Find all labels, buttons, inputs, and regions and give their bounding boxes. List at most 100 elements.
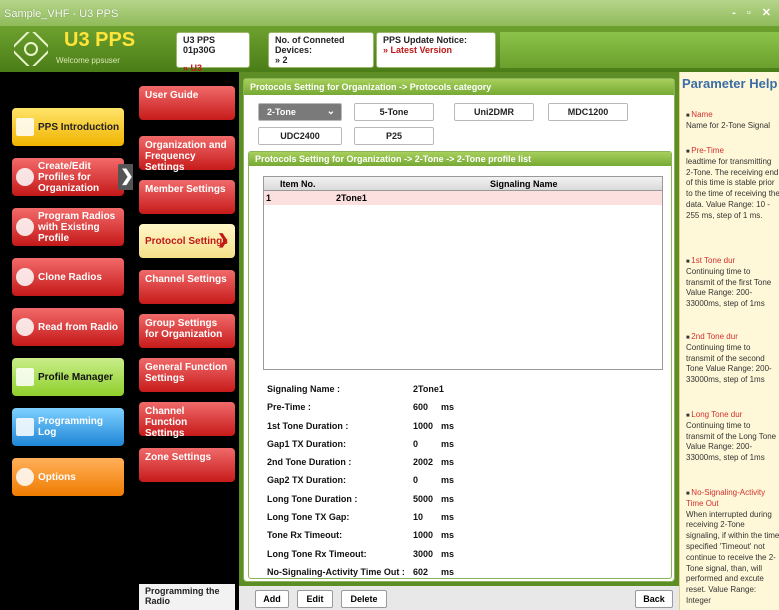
- menu-clone-radios[interactable]: Clone Radios: [12, 258, 124, 296]
- detail-row: Tone Rx Timeout: 1000 ms: [267, 530, 455, 541]
- detail-row: Gap1 TX Duration: 0 ms: [267, 438, 455, 449]
- column-signaling-name[interactable]: Signaling Name: [490, 179, 558, 189]
- welcome-text: Welcome ppsuser: [56, 56, 120, 65]
- menu-label: Read from Radio: [38, 321, 119, 333]
- submenu-channel-function[interactable]: Channel Function Settings: [139, 402, 235, 439]
- help-item: Long Tone durContinuing time to transmit…: [686, 410, 779, 464]
- submenu-group-settings[interactable]: Group Settings for Organization: [139, 314, 235, 348]
- main-panel: Protocols Setting for Organization -> Pr…: [239, 72, 679, 610]
- delete-button[interactable]: Delete: [341, 590, 387, 608]
- logo: U3 PPS Welcome ppsuser: [8, 26, 144, 72]
- submenu-organization-frequency[interactable]: Organization and Frequency Settings: [139, 136, 235, 173]
- title-bar: Sample_VHF - U3 PPS - ▫ ✕: [0, 0, 779, 26]
- protocol-p25-button[interactable]: P25: [354, 127, 434, 145]
- menu-label: PPS Introduction: [38, 121, 120, 133]
- menu-options[interactable]: Options: [12, 458, 124, 496]
- back-button[interactable]: Back: [635, 590, 673, 608]
- menu-programming-log[interactable]: Programming Log: [12, 408, 124, 446]
- update-label: PPS Update Notice:: [383, 35, 468, 45]
- radio-icon: [16, 268, 34, 286]
- menu-read-from-radio[interactable]: Read from Radio: [12, 308, 124, 346]
- chevron-right-icon: ❯: [217, 231, 229, 247]
- protocol-uni2dmr-button[interactable]: Uni2DMR: [454, 103, 534, 121]
- log-icon: [16, 418, 34, 436]
- parameter-help-panel: Parameter Help NameName for 2-Tone Signa…: [679, 72, 779, 610]
- submenu-general-function[interactable]: General Function Settings: [139, 358, 235, 392]
- detail-row: No-Signaling-Activity Time Out :602 ms: [267, 566, 455, 577]
- profile-table: Item No. Signaling Name 1 2Tone1: [263, 176, 663, 370]
- sub-menu: User Guide Organization and Frequency Se…: [133, 72, 239, 610]
- detail-row: Signaling Name :2Tone1: [267, 384, 444, 394]
- update-box: PPS Update Notice: » Latest Version: [376, 32, 496, 68]
- detail-row: Long Tone Rx Timeout: 3000 ms: [267, 548, 455, 559]
- table-header: Item No. Signaling Name: [264, 177, 662, 191]
- menu-label: Programming Log: [38, 416, 104, 438]
- protocol-5tone-button[interactable]: 5-Tone: [354, 103, 434, 121]
- radio-icon: [16, 318, 34, 336]
- panel-title: Protocols Setting for Organization -> Pr…: [244, 79, 674, 95]
- devices-label: No. of Conneted Devices:: [275, 35, 345, 55]
- submenu-member-settings[interactable]: Member Settings: [139, 180, 235, 214]
- window-controls[interactable]: - ▫ ✕: [732, 6, 775, 19]
- add-button[interactable]: Add: [255, 590, 289, 608]
- programming-radio-label[interactable]: Programming the Radio: [139, 584, 235, 610]
- action-bar: Add Edit Delete Back: [239, 586, 679, 610]
- gear-icon: [16, 468, 34, 486]
- submenu-zone-settings[interactable]: Zone Settings: [139, 448, 235, 482]
- protocol-2tone-dropdown[interactable]: 2-Tone ⌄: [258, 103, 342, 121]
- update-value[interactable]: » Latest Version: [383, 45, 489, 55]
- detail-row: Long Tone TX Gap: 10 ms: [267, 512, 455, 523]
- protocol-mdc1200-button[interactable]: MDC1200: [548, 103, 628, 121]
- logo-icon: [14, 32, 48, 66]
- menu-label: Create/Edit Profiles for Organization: [38, 160, 100, 194]
- detail-row: 1st Tone Duration :1000 ms: [267, 420, 455, 431]
- version-label: U3 PPS 01p30G: [183, 35, 216, 55]
- detail-row: Long Tone Duration :5000 ms: [267, 493, 455, 504]
- menu-label: Clone Radios: [38, 271, 102, 283]
- document-icon: [16, 118, 34, 136]
- submenu-channel-settings[interactable]: Channel Settings: [139, 270, 235, 304]
- menu-label: Options: [38, 471, 76, 483]
- detail-row: Pre-Time :600 ms: [267, 402, 455, 413]
- menu-label: Program Radios with Existing Profile: [38, 210, 116, 244]
- devices-value: » 2: [275, 55, 288, 65]
- version-box: U3 PPS 01p30G » U3: [176, 32, 250, 73]
- help-item: Pre-Timeleadtime for transmitting 2-Tone…: [686, 146, 779, 222]
- help-item: NameName for 2-Tone Signal: [686, 110, 779, 132]
- menu-create-edit-profiles[interactable]: Create/Edit Profiles for Organization ❯: [12, 158, 136, 196]
- profile-details: Signaling Name :2Tone1 Pre-Time :600 ms 1…: [267, 382, 567, 583]
- devices-box: No. of Conneted Devices: » 2: [268, 32, 374, 68]
- detail-row: Gap2 TX Duration: 0 ms: [267, 475, 455, 486]
- header-filler: [500, 32, 779, 68]
- column-item-no[interactable]: Item No.: [280, 179, 316, 189]
- menu-program-radios[interactable]: Program Radios with Existing Profile: [12, 208, 124, 246]
- menu-label: Profile Manager: [38, 371, 114, 383]
- help-item: No-Signaling-Activity Time OutWhen inter…: [686, 488, 779, 607]
- help-item: 1st Tone durContinuing time to transmit …: [686, 256, 779, 310]
- help-title: Parameter Help: [682, 76, 778, 91]
- radio-icon: [16, 218, 34, 236]
- edit-button[interactable]: Edit: [297, 590, 333, 608]
- detail-row: 2nd Tone Duration :2002 ms: [267, 457, 455, 468]
- app-header: U3 PPS Welcome ppsuser U3 PPS 01p30G » U…: [0, 26, 779, 73]
- app-title: U3 PPS: [64, 29, 136, 51]
- menu-pps-introduction[interactable]: PPS Introduction: [12, 108, 124, 146]
- protocols-panel: Protocols Setting for Organization -> Pr…: [243, 78, 675, 582]
- protocol-udc2400-button[interactable]: UDC2400: [258, 127, 342, 145]
- row-item-no: 1: [266, 193, 272, 203]
- submenu-protocol-settings[interactable]: Protocol Settings ❯: [139, 224, 235, 258]
- list-title: Protocols Setting for Organization -> 2-…: [249, 152, 671, 166]
- help-item: 2nd Tone durContinuing time to transmit …: [686, 332, 779, 386]
- left-sidebar: PPS Introduction Create/Edit Profiles fo…: [0, 72, 136, 610]
- profile-list-panel: Protocols Setting for Organization -> 2-…: [248, 151, 672, 579]
- protocol-label: 2-Tone: [267, 107, 296, 117]
- chevron-down-icon: ⌄: [326, 106, 335, 117]
- table-row[interactable]: 1 2Tone1: [264, 191, 662, 205]
- window-title: Sample_VHF - U3 PPS: [4, 8, 119, 20]
- menu-profile-manager[interactable]: Profile Manager: [12, 358, 124, 396]
- submenu-user-guide[interactable]: User Guide: [139, 86, 235, 120]
- folder-icon: [16, 368, 34, 386]
- row-signaling-name: 2Tone1: [336, 193, 367, 203]
- radio-icon: [16, 168, 34, 186]
- submenu-label: Protocol Settings: [145, 235, 228, 247]
